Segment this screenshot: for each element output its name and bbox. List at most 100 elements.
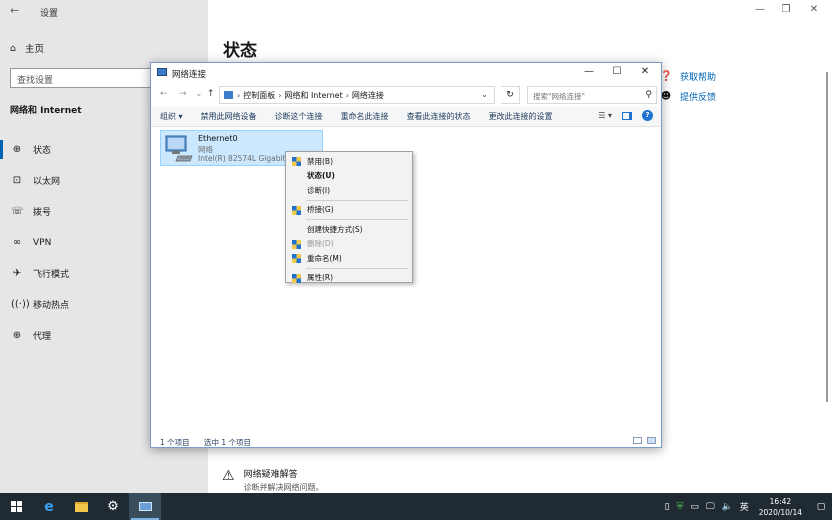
breadcrumb-item[interactable]: 控制面板 <box>243 90 275 101</box>
storage-icon[interactable]: ▭ <box>690 502 699 512</box>
hotspot-icon: ((·)) <box>11 299 30 310</box>
feedback-label: 提供反馈 <box>680 92 717 103</box>
breadcrumb-item[interactable]: 网络和 Internet <box>284 90 342 101</box>
rename-button[interactable]: 重命名此连接 <box>332 111 398 122</box>
volume-icon[interactable]: 🔈 <box>722 502 733 512</box>
maximize-icon[interactable]: ☐ <box>603 66 631 77</box>
system-tray: ▯ ⛨ ▭ 🖵 🔈 英 16:42 2020/10/14 ▢ <box>665 493 832 520</box>
search-icon: ⚲ <box>645 90 652 100</box>
sidebar-item-label: 状态 <box>33 146 52 156</box>
context-menu-label: 删除(D) <box>307 239 334 249</box>
disable-device-button[interactable]: 禁用此网络设备 <box>192 111 266 122</box>
clock-time: 16:42 <box>769 496 792 506</box>
security-shield-icon[interactable]: ⛨ <box>677 502 684 512</box>
folder-icon <box>74 501 88 512</box>
uac-shield-icon <box>292 157 301 166</box>
minimize-icon[interactable]: — <box>750 4 770 15</box>
preview-pane-icon[interactable] <box>622 111 632 120</box>
context-menu-item[interactable]: 重命名(M) <box>286 251 412 266</box>
sidebar-item-label: 移动热点 <box>33 301 70 311</box>
network-icon[interactable]: 🖵 <box>706 502 715 512</box>
taskbar-file-explorer[interactable] <box>65 493 97 520</box>
context-menu-item[interactable]: 桥接(G) <box>286 203 412 218</box>
organize-button[interactable]: 组织 ▾ <box>151 111 192 122</box>
address-bar[interactable]: › 控制面板 › 网络和 Internet › 网络连接 ⌄ <box>219 86 495 104</box>
search-placeholder: 搜索"网络连接" <box>533 92 585 101</box>
details-view-icon[interactable] <box>633 437 642 444</box>
uac-shield-icon <box>292 254 301 263</box>
diagnose-button[interactable]: 诊断这个连接 <box>266 111 332 122</box>
settings-title: 设置 <box>40 9 59 19</box>
context-menu-item[interactable]: 状态(U) <box>286 169 412 184</box>
context-menu-label: 诊断(I) <box>307 185 331 195</box>
settings-scrollbar[interactable] <box>826 72 828 402</box>
refresh-icon[interactable]: ↻ <box>501 86 520 104</box>
dialup-icon: ☏ <box>11 206 24 217</box>
start-button[interactable] <box>0 493 32 520</box>
close-icon[interactable]: ✕ <box>804 4 824 15</box>
close-icon[interactable]: ✕ <box>631 66 659 77</box>
context-menu-label: 状态(U) <box>307 171 335 181</box>
context-menu-item[interactable]: 诊断(I) <box>286 183 412 198</box>
warning-icon: ⚠ <box>222 468 235 484</box>
menu-separator <box>306 219 408 220</box>
ime-indicator[interactable]: 英 <box>740 500 749 513</box>
selected-count: 选中 1 个项目 <box>204 438 252 447</box>
command-bar: 组织 ▾ 禁用此网络设备 诊断这个连接 重命名此连接 查看此连接的状态 更改此连… <box>151 107 661 127</box>
context-menu-item: 删除(D) <box>286 237 412 252</box>
view-options-icon[interactable]: ☰ ▾ <box>598 111 612 120</box>
sidebar-item-label: 拨号 <box>33 208 52 218</box>
context-menu-label: 重命名(M) <box>307 253 342 263</box>
context-menu-label: 属性(R) <box>307 273 334 283</box>
get-help-label: 获取帮助 <box>680 72 717 83</box>
taskbar: e ⚙ ▯ ⛨ ▭ 🖵 🔈 英 16:42 2020/10/14 ▢ <box>0 493 832 520</box>
sidebar-item-label: 以太网 <box>33 177 61 187</box>
tablet-icon[interactable]: ▯ <box>665 502 670 512</box>
forward-icon[interactable]: → <box>179 89 187 99</box>
context-menu-item[interactable]: 属性(R) <box>286 271 412 286</box>
back-arrow-icon[interactable]: ← <box>10 4 19 17</box>
breadcrumb-sep: › <box>237 90 241 100</box>
help-links: ❓ 获取帮助 ☻ 提供反馈 <box>660 66 716 106</box>
get-help-link[interactable]: ❓ 获取帮助 <box>660 66 716 86</box>
taskbar-settings[interactable]: ⚙ <box>97 493 129 520</box>
context-menu-item[interactable]: 禁用(B) <box>286 154 412 169</box>
large-icons-view-icon[interactable] <box>647 437 656 444</box>
explorer-titlebar[interactable]: 网络连接 — ☐ ✕ <box>151 63 661 83</box>
chevron-down-icon[interactable]: ⌄ <box>481 90 488 99</box>
vpn-icon: ∞ <box>12 237 22 248</box>
settings-titlebar: ← 设置 — ❐ ✕ <box>0 0 832 22</box>
address-bar-row: ← → ⌄ ↑ › 控制面板 › 网络和 Internet › 网络连接 ⌄ ↻… <box>151 83 661 107</box>
breadcrumb-sep: › <box>278 90 282 100</box>
menu-separator <box>306 199 408 201</box>
breadcrumb-item[interactable]: 网络连接 <box>352 90 384 101</box>
minimize-icon[interactable]: — <box>575 66 603 77</box>
change-settings-button[interactable]: 更改此连接的设置 <box>480 111 562 122</box>
feedback-link[interactable]: ☻ 提供反馈 <box>660 86 716 106</box>
home-link[interactable]: ⌂ 主页 <box>10 41 44 56</box>
back-icon[interactable]: ← <box>160 89 168 99</box>
network-adapter-icon <box>165 135 193 162</box>
menu-separator <box>306 267 408 269</box>
airplane-icon: ✈ <box>12 268 22 279</box>
globe-icon: ⊕ <box>12 330 22 341</box>
notification-icon[interactable]: ▢ <box>810 502 832 512</box>
context-menu-item[interactable]: 创建快捷方式(S) <box>286 222 412 237</box>
taskbar-network-connections[interactable] <box>129 493 161 520</box>
edge-icon: e <box>44 498 54 515</box>
explorer-title: 网络连接 <box>172 70 207 80</box>
up-icon[interactable]: ↑ <box>207 89 215 99</box>
section-title: 网络和 Internet <box>10 106 82 116</box>
maximize-icon[interactable]: ❐ <box>776 4 796 15</box>
troubleshoot-title: 网络疑难解答 <box>243 470 298 480</box>
help-icon[interactable]: ? <box>642 110 653 121</box>
clock[interactable]: 16:42 2020/10/14 <box>759 496 802 518</box>
view-status-button[interactable]: 查看此连接的状态 <box>398 111 480 122</box>
recent-dropdown-icon[interactable]: ⌄ <box>195 89 203 99</box>
troubleshoot-link[interactable]: ⚠ 网络疑难解答 诊断并解决网络问题。 <box>222 467 324 493</box>
globe-icon: ⊕ <box>12 144 22 155</box>
search-input[interactable]: 搜索"网络连接" ⚲ <box>527 86 657 104</box>
context-menu: 禁用(B) 状态(U) 诊断(I) 桥接(G) 创建快捷方式(S) 删除(D) 重命名(M)… <box>285 151 413 283</box>
taskbar-edge[interactable]: e <box>33 493 65 520</box>
context-menu-label: 桥接(G) <box>307 205 334 215</box>
